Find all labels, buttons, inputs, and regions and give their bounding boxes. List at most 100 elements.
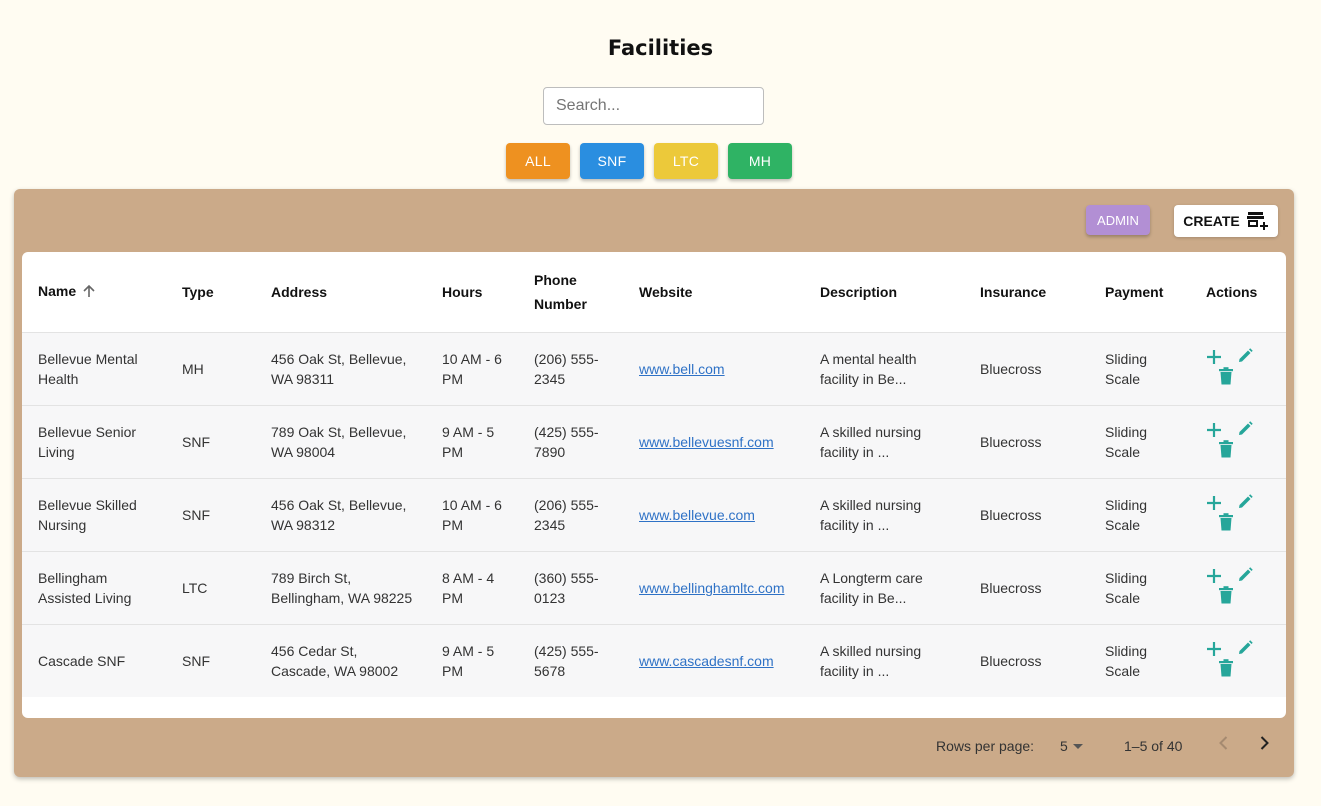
cell-payment: Sliding Scale (1089, 405, 1190, 479)
column-header-description[interactable]: Description (804, 252, 964, 333)
delete-icon[interactable] (1218, 513, 1234, 536)
pagination: Rows per page: 5 1–5 of 40 (14, 718, 1294, 777)
arrow-up-icon[interactable] (82, 281, 96, 305)
cell-phone: (360) 555-0123 (518, 551, 623, 625)
cell-insurance: Bluecross (964, 332, 1089, 406)
cell-type: SNF (166, 478, 255, 552)
caret-down-icon (1072, 738, 1084, 754)
cell-payment: Sliding Scale (1089, 551, 1190, 625)
website-link[interactable]: www.bellinghamltc.com (639, 580, 785, 596)
cell-website: www.bell.com (623, 332, 804, 406)
cell-phone: (206) 555-2345 (518, 332, 623, 406)
cell-actions (1190, 551, 1286, 625)
add-business-icon (1246, 210, 1269, 233)
cell-description: A mental health facility in Be... (804, 332, 964, 406)
facilities-table: Name Type Address Hours Phone Number Web… (22, 252, 1286, 718)
edit-icon[interactable] (1236, 347, 1254, 370)
filter-button-group: ALL SNF LTC MH (506, 143, 792, 179)
cell-description: A skilled nursing facility in ... (804, 405, 964, 479)
cell-hours: 8 AM - 4 PM (426, 551, 518, 625)
cell-actions (1190, 332, 1286, 406)
rows-per-page-select[interactable]: 5 (1060, 738, 1084, 754)
cell-actions (1190, 405, 1286, 479)
edit-icon[interactable] (1236, 566, 1254, 589)
delete-icon[interactable] (1218, 367, 1234, 390)
cell-website: www.bellevuesnf.com (623, 405, 804, 479)
delete-icon[interactable] (1218, 440, 1234, 463)
rows-per-page-value: 5 (1060, 737, 1068, 754)
page-title: Facilities (607, 36, 714, 60)
cell-insurance: Bluecross (964, 624, 1089, 697)
cell-description: A skilled nursing facility in ... (804, 624, 964, 697)
cell-name: Bellingham Assisted Living (22, 551, 166, 625)
cell-phone: (206) 555-2345 (518, 478, 623, 552)
column-header-type[interactable]: Type (166, 252, 255, 333)
filter-mh-button[interactable]: MH (728, 143, 792, 179)
table-row: Cascade SNF SNF 456 Cedar St, Cascade, W… (22, 624, 1286, 697)
table-row: Bellevue Skilled Nursing SNF 456 Oak St,… (22, 478, 1286, 552)
cell-name: Bellevue Skilled Nursing (22, 478, 166, 552)
edit-icon[interactable] (1236, 493, 1254, 516)
cell-hours: 10 AM - 6 PM (426, 478, 518, 552)
cell-payment: Sliding Scale (1089, 624, 1190, 697)
column-header-payment[interactable]: Payment (1089, 252, 1190, 333)
cell-type: MH (166, 332, 255, 406)
cell-type: LTC (166, 551, 255, 625)
chevron-left-icon[interactable] (1214, 733, 1234, 756)
cell-website: www.cascadesnf.com (623, 624, 804, 697)
website-link[interactable]: www.cascadesnf.com (639, 653, 774, 669)
cell-insurance: Bluecross (964, 478, 1089, 552)
rows-per-page-label: Rows per page: (936, 737, 1035, 754)
cell-description: A Longterm care facility in Be... (804, 551, 964, 625)
cell-name: Cascade SNF (22, 624, 166, 697)
cell-insurance: Bluecross (964, 405, 1089, 479)
cell-description: A skilled nursing facility in ... (804, 478, 964, 552)
filter-ltc-button[interactable]: LTC (654, 143, 718, 179)
cell-address: 456 Oak St, Bellevue, WA 98312 (255, 478, 426, 552)
column-header-address[interactable]: Address (255, 252, 426, 333)
cell-address: 789 Birch St, Bellingham, WA 98225 (255, 551, 426, 625)
cell-actions (1190, 478, 1286, 552)
create-button-label: CREATE (1183, 213, 1240, 229)
cell-phone: (425) 555-5678 (518, 624, 623, 697)
column-header-insurance[interactable]: Insurance (964, 252, 1089, 333)
chevron-right-icon[interactable] (1254, 733, 1274, 756)
cell-website: www.bellevue.com (623, 478, 804, 552)
column-header-hours[interactable]: Hours (426, 252, 518, 333)
delete-icon[interactable] (1218, 659, 1234, 682)
edit-icon[interactable] (1236, 420, 1254, 443)
table-header-row: Name Type Address Hours Phone Number Web… (22, 252, 1286, 333)
column-header-phone[interactable]: Phone Number (518, 252, 623, 333)
delete-icon[interactable] (1218, 586, 1234, 609)
table-row: Bellevue Mental Health MH 456 Oak St, Be… (22, 332, 1286, 406)
table-row: Bellingham Assisted Living LTC 789 Birch… (22, 551, 1286, 625)
filter-snf-button[interactable]: SNF (580, 143, 644, 179)
cell-payment: Sliding Scale (1089, 478, 1190, 552)
admin-button[interactable]: ADMIN (1086, 205, 1150, 235)
cell-insurance: Bluecross (964, 551, 1089, 625)
website-link[interactable]: www.bellevuesnf.com (639, 434, 774, 450)
cell-address: 789 Oak St, Bellevue, WA 98004 (255, 405, 426, 479)
create-button[interactable]: CREATE (1174, 205, 1278, 237)
website-link[interactable]: www.bell.com (639, 361, 725, 377)
cell-hours: 9 AM - 5 PM (426, 624, 518, 697)
cell-actions (1190, 624, 1286, 697)
cell-type: SNF (166, 405, 255, 479)
filter-all-button[interactable]: ALL (506, 143, 570, 179)
cell-website: www.bellinghamltc.com (623, 551, 804, 625)
cell-name: Bellevue Mental Health (22, 332, 166, 406)
cell-hours: 10 AM - 6 PM (426, 332, 518, 406)
cell-hours: 9 AM - 5 PM (426, 405, 518, 479)
website-link[interactable]: www.bellevue.com (639, 507, 755, 523)
table-row: Bellevue Senior Living SNF 789 Oak St, B… (22, 405, 1286, 479)
cell-address: 456 Cedar St, Cascade, WA 98002 (255, 624, 426, 697)
cell-phone: (425) 555-7890 (518, 405, 623, 479)
column-header-website[interactable]: Website (623, 252, 804, 333)
search-input[interactable] (543, 87, 764, 125)
edit-icon[interactable] (1236, 639, 1254, 662)
column-header-actions: Actions (1190, 252, 1286, 333)
cell-type: SNF (166, 624, 255, 697)
cell-payment: Sliding Scale (1089, 332, 1190, 406)
column-header-name[interactable]: Name (22, 252, 166, 333)
cell-name: Bellevue Senior Living (22, 405, 166, 479)
